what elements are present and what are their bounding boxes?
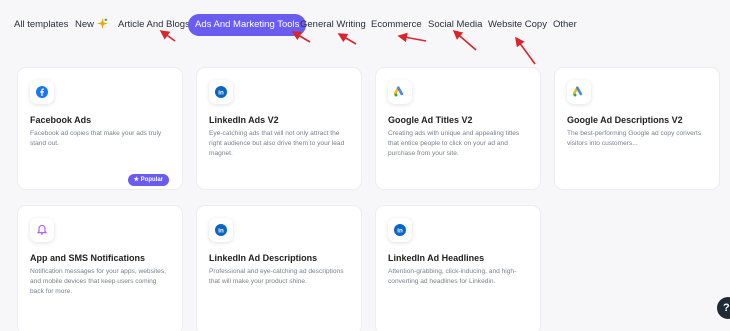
card-title: App and SMS Notifications — [30, 253, 146, 263]
template-card-facebook-ads[interactable]: Facebook Ads Facebook ad copies that mak… — [17, 67, 183, 190]
tab-social-media[interactable]: Social Media — [428, 15, 482, 35]
card-description: Creating ads with unique and appealing t… — [388, 130, 520, 157]
card-description: Notification messages for your apps, web… — [30, 268, 166, 295]
google-ads-icon — [567, 80, 591, 104]
card-title: Google Ad Titles V2 — [388, 115, 473, 125]
card-title: LinkedIn Ad Headlines — [388, 253, 485, 263]
card-title: Google Ad Descriptions V2 — [567, 115, 683, 125]
template-card-linkedin-ad-headlines[interactable]: in LinkedIn Ad Headlines Attention-grabb… — [375, 205, 541, 331]
tab-new-label: New — [75, 19, 95, 30]
card-description: Eye-catching ads that will not only attr… — [209, 130, 345, 157]
category-tabs: All templates New Article And Blogs Ads … — [0, 0, 730, 50]
template-card-app-and-sms-notifications[interactable]: App and SMS Notifications Notification m… — [17, 205, 183, 331]
card-description: The best-performing Google ad copy conve… — [567, 130, 702, 147]
linkedin-icon: in — [209, 80, 233, 104]
card-description: Facebook ad copies that make your ads tr… — [30, 130, 162, 147]
card-description: Professional and eye-catching ad descrip… — [209, 268, 344, 285]
svg-text:in: in — [397, 227, 403, 234]
template-card-linkedin-ads-v2[interactable]: in LinkedIn Ads V2 Eye-catching ads that… — [196, 67, 362, 190]
card-title: LinkedIn Ad Descriptions — [209, 253, 318, 263]
tab-website-copy[interactable]: Website Copy — [488, 15, 547, 35]
linkedin-icon: in — [388, 218, 412, 242]
tab-general-writing[interactable]: General Writing — [300, 15, 366, 35]
template-card-google-ad-descriptions-v2[interactable]: Google Ad Descriptions V2 The best-perfo… — [554, 67, 720, 190]
template-card-google-ad-titles-v2[interactable]: Google Ad Titles V2 Creating ads with un… — [375, 67, 541, 190]
card-title: Facebook Ads — [30, 115, 92, 125]
bell-icon — [30, 218, 54, 242]
tab-article-and-blogs[interactable]: Article And Blogs — [118, 15, 190, 35]
svg-text:in: in — [218, 227, 224, 234]
linkedin-icon: in — [209, 218, 233, 242]
tab-all-templates[interactable]: All templates — [14, 15, 68, 35]
popular-badge: ★ Popular — [127, 174, 169, 186]
facebook-icon — [30, 80, 54, 104]
template-card-linkedin-ad-descriptions[interactable]: in LinkedIn Ad Descriptions Professional… — [196, 205, 362, 331]
tab-other[interactable]: Other — [553, 15, 577, 35]
svg-text:in: in — [218, 89, 224, 96]
help-button[interactable]: ? — [717, 297, 730, 319]
sparkle-icon — [97, 17, 109, 29]
card-description: Attention-grabbing, click-inducing, and … — [388, 268, 517, 285]
tab-ads-and-marketing-tools[interactable]: Ads And Marketing Tools — [188, 14, 307, 36]
card-title: LinkedIn Ads V2 — [209, 115, 279, 125]
tab-new[interactable]: New — [75, 15, 109, 35]
google-ads-icon — [388, 80, 412, 104]
tab-ecommerce[interactable]: Ecommerce — [371, 15, 422, 35]
